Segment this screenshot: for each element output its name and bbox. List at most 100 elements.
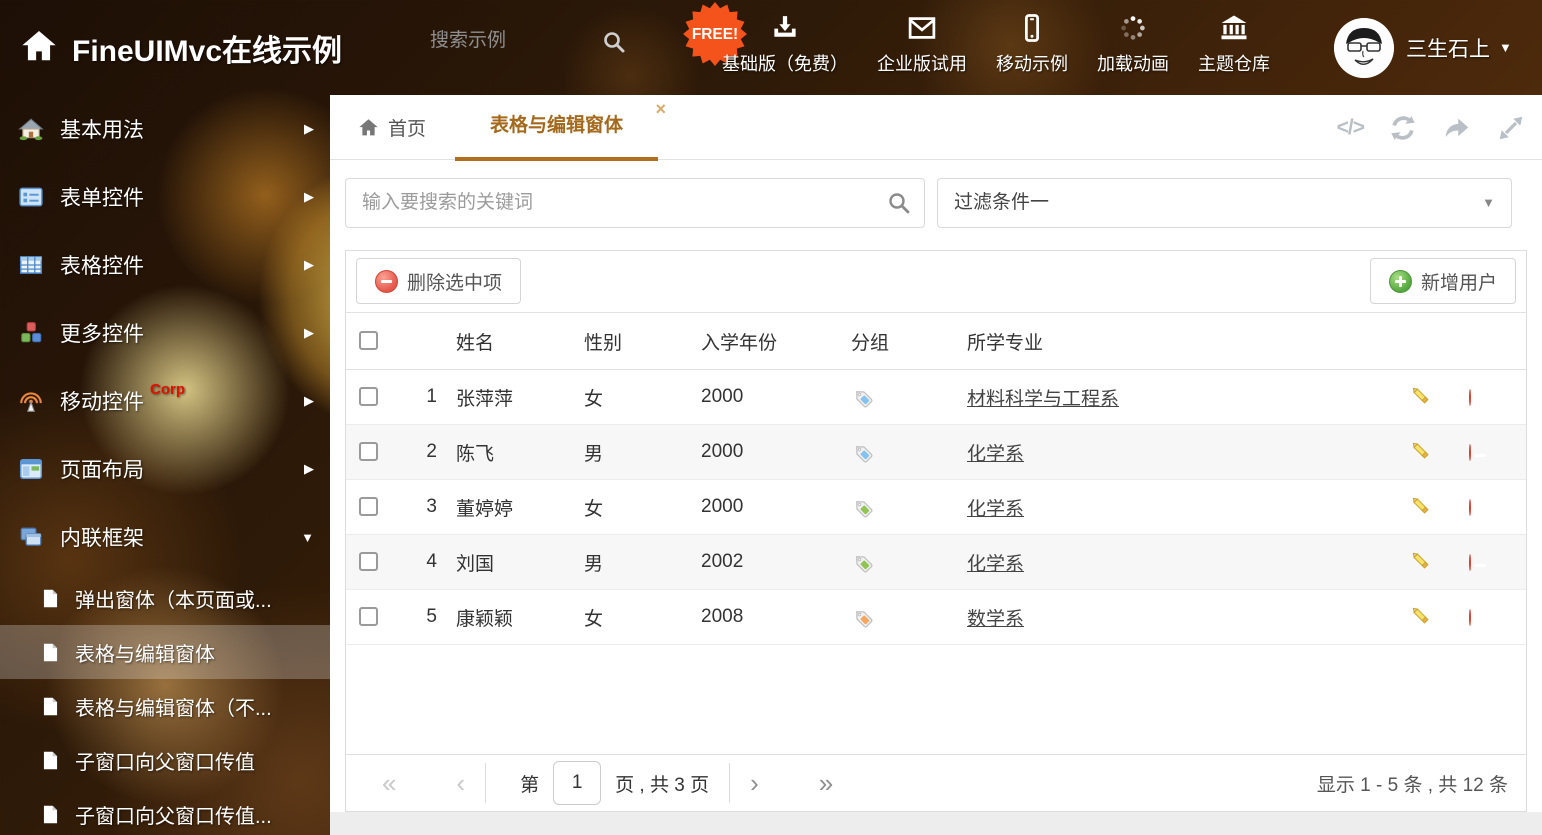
sidebar-item-grid-controls[interactable]: 表格控件 ▶ [0,231,330,299]
top-header: FineUIMvc在线示例 FREE! 基础版（免费） 企业版试用 移动示例 加… [0,0,1542,95]
pencil-icon [1409,494,1432,517]
row-checkbox[interactable] [359,552,378,571]
layout-icon [18,456,44,482]
user-avatar [1334,18,1394,78]
active-tab-underline [455,157,658,161]
edit-row-button[interactable] [1409,604,1432,630]
major-link[interactable]: 化学系 [967,499,1024,520]
minus-circle-icon [1469,499,1471,516]
sidebar-item-mobile-controls[interactable]: 移动控件 Corp ▶ [0,367,330,435]
edit-row-button[interactable] [1409,549,1432,575]
search-icon[interactable] [887,191,911,215]
edit-row-button[interactable] [1409,439,1432,465]
sidebar-item-basic-usage[interactable]: 基本用法 ▶ [0,95,330,163]
row-checkbox[interactable] [359,387,378,406]
prev-page-button[interactable]: ‹ [456,770,465,796]
keyword-search-input[interactable] [362,179,872,227]
header-search-icon[interactable] [602,30,626,54]
expand-icon[interactable] [1496,113,1526,143]
file-icon [40,750,61,771]
tag-icon [851,606,874,629]
nav-loading-animation[interactable]: 加载动画 [1097,13,1169,76]
add-user-button[interactable]: 新增用户 [1370,258,1516,304]
sidebar-item-form-controls[interactable]: 表单控件 ▶ [0,163,330,231]
user-menu[interactable]: 三生石上 ▼ [1334,0,1512,95]
sidebar-subitem-child-to-parent[interactable]: 子窗口向父窗口传值 [0,733,330,787]
header-search-input[interactable] [430,30,580,52]
cell-gender: 女 [581,494,696,521]
first-page-button[interactable]: « [382,770,396,796]
table-icon [18,252,44,278]
envelope-icon [907,13,937,43]
page-number-input[interactable] [553,761,601,805]
sidebar-item-label: 基本用法 [60,114,144,144]
brand-home-icon[interactable] [20,27,58,65]
nav-theme-store[interactable]: 主题仓库 [1198,13,1270,76]
col-name: 姓名 [451,328,581,355]
tab-label: 首页 [388,114,426,141]
select-all-checkbox[interactable] [359,331,378,350]
forward-icon[interactable] [1442,113,1472,143]
chevron-down-icon: ▼ [301,530,314,545]
filter-condition-dropdown[interactable]: 过滤条件一 ▼ [937,178,1512,228]
sidebar-item-page-layout[interactable]: 页面布局 ▶ [0,435,330,503]
col-year: 入学年份 [696,328,846,355]
nav-enterprise-trial[interactable]: 企业版试用 [877,13,967,76]
edit-row-button[interactable] [1409,384,1432,410]
grid-toolbar: 删除选中项 新增用户 [346,251,1526,313]
refresh-icon[interactable] [1388,113,1418,143]
nav-label: 主题仓库 [1198,50,1270,76]
nav-label: 移动示例 [996,50,1068,76]
page-total-label: 页 , 共 3 页 [615,770,709,797]
row-index: 2 [391,441,451,463]
sidebar-subitem-label: 子窗口向父窗口传值... [75,800,272,829]
main-content: 首页 表格与编辑窗体 × </> 过滤条件一 ▼ 删除选中项 [330,95,1542,835]
minus-circle-icon [1469,444,1471,461]
sidebar-subitem-grid-edit-window-2[interactable]: 表格与编辑窗体（不... [0,679,330,733]
sidebar-item-inline-frame[interactable]: 内联框架 ▼ [0,503,330,571]
cell-year: 2008 [696,606,846,628]
delete-row-button[interactable] [1469,500,1471,515]
delete-row-button[interactable] [1469,555,1471,570]
row-checkbox[interactable] [359,607,378,626]
row-checkbox[interactable] [359,442,378,461]
sidebar-subitem-label: 弹出窗体（本页面或... [75,584,272,613]
sidebar-item-more-controls[interactable]: 更多控件 ▶ [0,299,330,367]
tab-grid-edit-window[interactable]: 表格与编辑窗体 × [455,95,658,160]
nav-basic-edition[interactable]: 基础版（免费） [722,13,848,76]
tab-home[interactable]: 首页 [358,95,426,160]
code-icon[interactable]: </> [1337,116,1364,140]
next-page-button[interactable]: › [750,770,759,796]
sidebar-subitem-label: 表格与编辑窗体（不... [75,692,272,721]
sidebar-subitem-child-to-parent-2[interactable]: 子窗口向父窗口传值... [0,787,330,835]
tab-label: 表格与编辑窗体 [490,115,623,136]
edit-row-button[interactable] [1409,494,1432,520]
record-summary: 显示 1 - 5 条 , 共 12 条 [1317,770,1508,797]
cell-name: 刘国 [451,549,581,576]
nav-label: 基础版（免费） [722,50,848,76]
sidebar-subitem-popup-window[interactable]: 弹出窗体（本页面或... [0,571,330,625]
file-icon [40,642,61,663]
minus-circle-icon [375,270,398,293]
sidebar-subitem-grid-edit-window[interactable]: 表格与编辑窗体 [0,625,330,679]
major-link[interactable]: 数学系 [967,609,1024,630]
plus-circle-icon [1389,270,1412,293]
sidebar-item-label: 更多控件 [60,318,144,348]
delete-row-button[interactable] [1469,390,1471,405]
major-link[interactable]: 材料科学与工程系 [967,389,1119,410]
delete-selected-button[interactable]: 删除选中项 [356,258,521,304]
major-link[interactable]: 化学系 [967,554,1024,575]
cell-gender: 女 [581,604,696,631]
cell-year: 2000 [696,441,846,463]
button-label: 新增用户 [1421,268,1497,295]
nav-mobile-demo[interactable]: 移动示例 [996,13,1068,76]
row-checkbox[interactable] [359,497,378,516]
tag-icon [851,386,874,409]
chevron-right-icon: ▶ [304,257,314,273]
last-page-button[interactable]: » [819,770,833,796]
delete-row-button[interactable] [1469,610,1471,625]
table-empty-space [346,645,1526,754]
delete-row-button[interactable] [1469,445,1471,460]
tab-close-icon[interactable]: × [655,100,666,118]
major-link[interactable]: 化学系 [967,444,1024,465]
